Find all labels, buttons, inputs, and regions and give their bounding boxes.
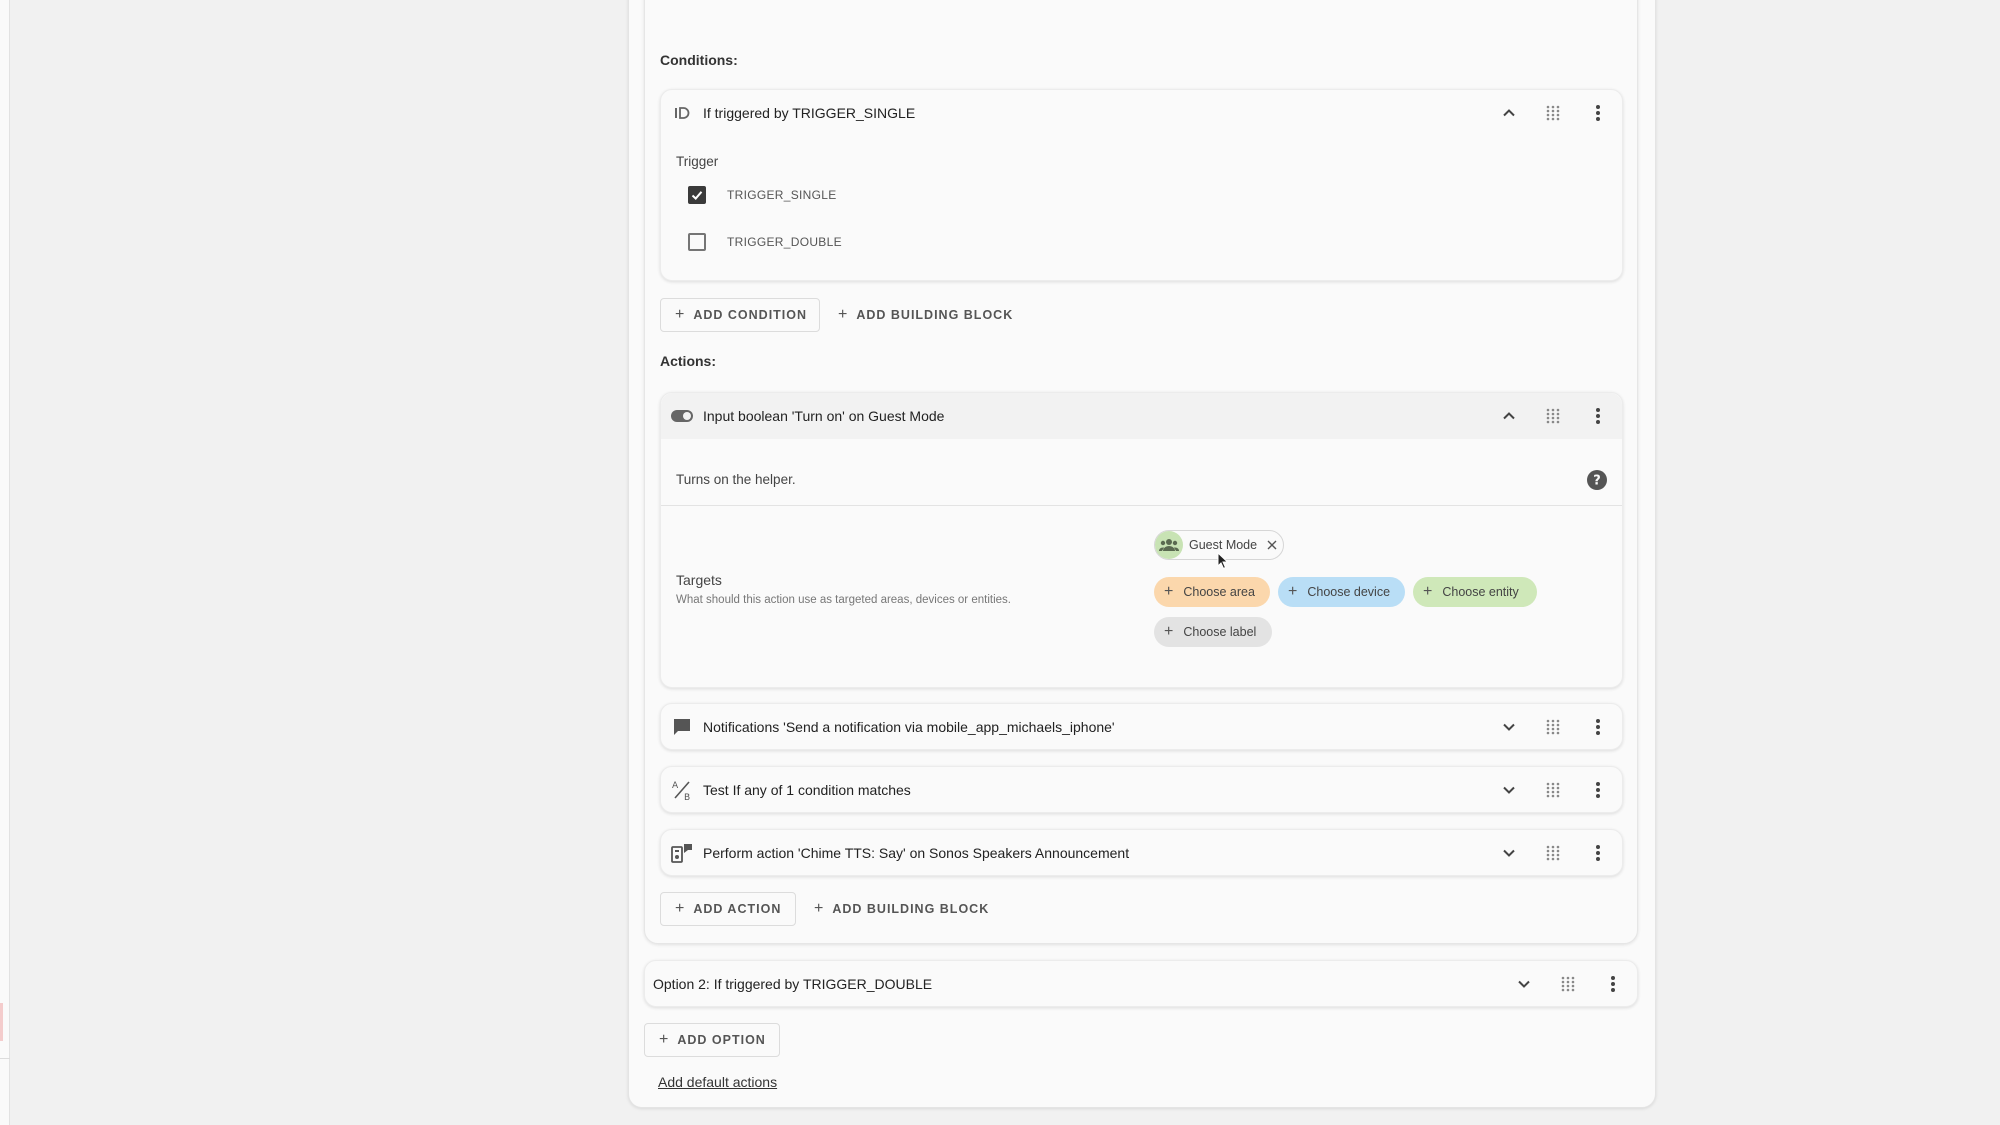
chevron-down-icon[interactable] [1500, 718, 1518, 736]
top-row-icons-fragment [1563, 0, 1623, 4]
plus-icon: + [659, 1031, 670, 1048]
mouse-cursor-icon [1217, 552, 1229, 570]
add-action-label: ADD ACTION [693, 902, 782, 916]
plus-icon: + [1288, 583, 1298, 600]
trigger-option-single[interactable]: TRIGGER_SINGLE [688, 184, 837, 206]
checkbox-checked[interactable] [688, 186, 706, 204]
choose-entity-label: Choose entity [1442, 585, 1519, 599]
toggle-switch-icon [671, 405, 693, 427]
condition-card-header[interactable]: If triggered by TRIGGER_SINGLE [661, 90, 1622, 136]
plus-icon: + [675, 306, 686, 323]
action-card-header[interactable]: Notifications 'Send a notification via m… [661, 704, 1622, 750]
add-default-actions-link[interactable]: Add default actions [658, 1074, 777, 1090]
conditions-heading: Conditions: [660, 52, 738, 68]
action-card-input-boolean: Input boolean 'Turn on' on Guest Mode [660, 392, 1623, 688]
action-title: Input boolean 'Turn on' on Guest Mode [703, 408, 945, 424]
plus-icon: + [1423, 583, 1433, 600]
add-option-button[interactable]: + ADD OPTION [644, 1023, 780, 1057]
action-card-header[interactable]: Perform action 'Chime TTS: Say' on Sonos… [661, 830, 1622, 876]
left-sidebar-edge [0, 0, 10, 1125]
choose-device-label: Choose device [1307, 585, 1391, 599]
targets-label: Targets [676, 572, 722, 588]
ab-test-icon: AB [671, 779, 693, 801]
action-card-notification[interactable]: Notifications 'Send a notification via m… [660, 703, 1623, 750]
add-building-block-label: ADD BUILDING BLOCK [856, 308, 1014, 322]
trigger-option-label: TRIGGER_SINGLE [727, 188, 837, 202]
plus-icon: + [675, 900, 686, 917]
drag-handle-icon[interactable] [1544, 407, 1562, 425]
more-vert-icon[interactable] [1588, 406, 1608, 426]
trigger-option-label: TRIGGER_DOUBLE [727, 235, 842, 249]
plus-icon: + [838, 306, 849, 323]
action-description: Turns on the helper. [676, 472, 796, 487]
add-action-button[interactable]: + ADD ACTION [660, 892, 796, 926]
left-edge-divider [0, 1058, 10, 1059]
add-condition-button[interactable]: + ADD CONDITION [660, 298, 820, 332]
more-vert-icon[interactable] [1588, 780, 1608, 800]
drag-handle-icon[interactable] [1544, 781, 1562, 799]
left-edge-marker [0, 1003, 3, 1041]
trigger-option-double[interactable]: TRIGGER_DOUBLE [688, 231, 842, 253]
trigger-label: Trigger [676, 154, 719, 169]
chevron-down-icon[interactable] [1500, 844, 1518, 862]
option-2-card[interactable]: Option 2: If triggered by TRIGGER_DOUBLE [644, 960, 1638, 1007]
svg-text:?: ? [1593, 474, 1601, 489]
svg-text:A: A [672, 781, 679, 791]
help-icon[interactable]: ? [1586, 469, 1608, 491]
targets-divider [661, 505, 1622, 506]
action-card-header[interactable]: AB Test If any of 1 condition matches [661, 767, 1622, 813]
action-title: Notifications 'Send a notification via m… [703, 719, 1115, 735]
message-icon [671, 716, 693, 738]
chevron-down-icon[interactable] [1515, 975, 1533, 993]
more-vert-icon[interactable] [1588, 843, 1608, 863]
targets-hint: What should this action use as targeted … [676, 594, 1011, 606]
plus-icon: + [1164, 623, 1174, 640]
add-condition-label: ADD CONDITION [693, 308, 808, 322]
plus-icon: + [814, 900, 825, 917]
action-card-header[interactable]: Input boolean 'Turn on' on Guest Mode [661, 393, 1622, 439]
actions-heading: Actions: [660, 353, 716, 369]
trigger-id-icon [671, 102, 693, 124]
account-group-icon [1155, 531, 1183, 559]
option-2-header[interactable]: Option 2: If triggered by TRIGGER_DOUBLE [645, 961, 1637, 1007]
drag-handle-icon[interactable] [1559, 975, 1577, 993]
condition-title: If triggered by TRIGGER_SINGLE [703, 105, 916, 121]
add-building-block-button[interactable]: + ADD BUILDING BLOCK [800, 892, 1003, 926]
more-vert-icon[interactable] [1588, 717, 1608, 737]
option-2-title: Option 2: If triggered by TRIGGER_DOUBLE [653, 976, 933, 992]
action-title: Test If any of 1 condition matches [703, 782, 911, 798]
action-title: Perform action 'Chime TTS: Say' on Sonos… [703, 845, 1130, 861]
action-card-test[interactable]: AB Test If any of 1 condition matches [660, 766, 1623, 813]
selected-entity-chip-label: Guest Mode [1189, 538, 1258, 552]
action-card-perform-action[interactable]: Perform action 'Chime TTS: Say' on Sonos… [660, 829, 1623, 876]
close-icon[interactable] [1267, 540, 1277, 550]
more-vert-icon[interactable] [1588, 103, 1608, 123]
checkbox-unchecked[interactable] [688, 233, 706, 251]
choose-entity-button[interactable]: + Choose entity [1413, 577, 1537, 607]
add-building-block-label: ADD BUILDING BLOCK [832, 902, 990, 916]
choose-label-label: Choose label [1183, 625, 1257, 639]
choose-area-label: Choose area [1183, 585, 1255, 599]
choose-label-button[interactable]: + Choose label [1154, 617, 1272, 647]
chevron-up-icon[interactable] [1500, 407, 1518, 425]
chevron-up-icon[interactable] [1500, 104, 1518, 122]
chevron-down-icon[interactable] [1500, 781, 1518, 799]
drag-handle-icon[interactable] [1544, 718, 1562, 736]
service-icon [671, 842, 693, 864]
choose-area-button[interactable]: + Choose area [1154, 577, 1270, 607]
plus-icon: + [1164, 583, 1174, 600]
add-building-block-button[interactable]: + ADD BUILDING BLOCK [824, 298, 1027, 332]
add-option-label: ADD OPTION [677, 1033, 766, 1047]
choose-device-button[interactable]: + Choose device [1278, 577, 1405, 607]
svg-text:B: B [684, 793, 690, 801]
drag-handle-icon[interactable] [1544, 844, 1562, 862]
more-vert-icon[interactable] [1603, 974, 1623, 994]
check-icon [691, 191, 703, 200]
drag-handle-icon[interactable] [1544, 104, 1562, 122]
